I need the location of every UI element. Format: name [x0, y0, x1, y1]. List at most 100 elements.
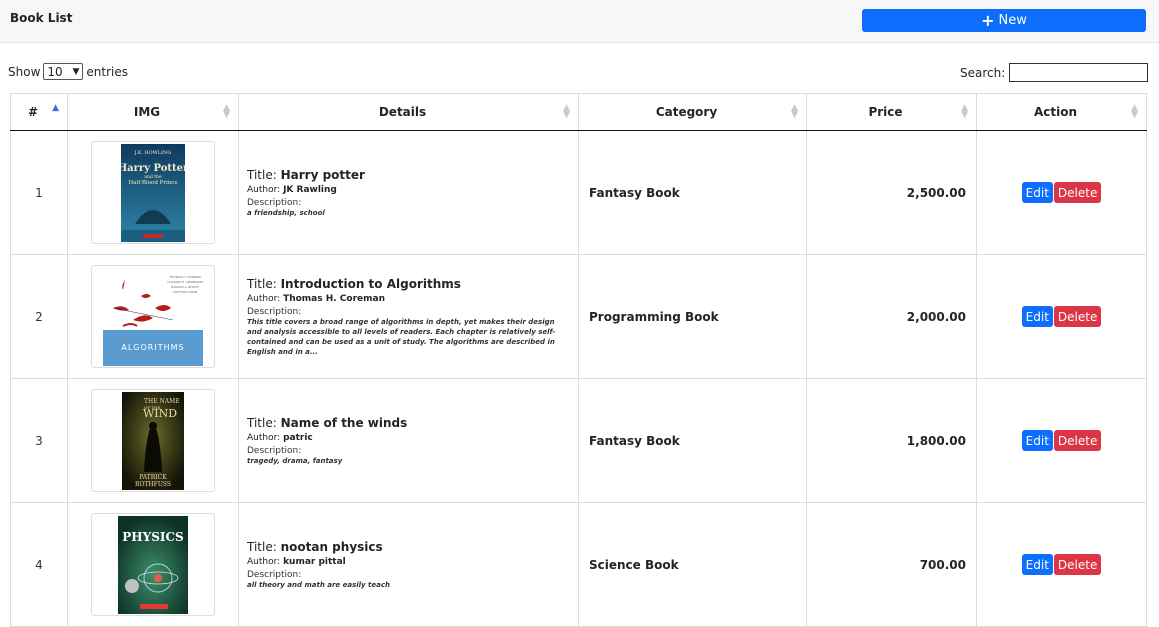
svg-text:THE NAME: THE NAME	[144, 398, 180, 405]
delete-button[interactable]: Delete	[1053, 554, 1102, 575]
book-category: Science Book	[578, 502, 807, 627]
row-number: 4	[10, 502, 68, 627]
table-row: 3 THE NAME OF THE WIND PATRICK ROTHFUSS	[10, 378, 1147, 503]
svg-text:PHYSICS: PHYSICS	[122, 530, 183, 544]
column-header-img[interactable]: IMG ▲ ▼	[67, 93, 239, 131]
svg-text:ROTHFUSS: ROTHFUSS	[135, 481, 171, 488]
svg-text:PATRICK: PATRICK	[139, 474, 167, 481]
row-number: 3	[10, 378, 68, 503]
search-label: Search:	[960, 65, 1006, 80]
harry-potter-cover: J.K. ROWLING Harry Potter and the Half-B…	[121, 143, 185, 242]
book-price: 1,800.00	[806, 378, 977, 503]
description-label: Description:	[247, 197, 302, 208]
new-book-button[interactable]: + New	[862, 9, 1146, 32]
description-label: Description:	[247, 569, 302, 580]
row-number: 2	[10, 254, 68, 379]
svg-text:CLIFFORD STEIN: CLIFFORD STEIN	[173, 290, 198, 294]
book-price: 2,500.00	[806, 130, 977, 255]
edit-button[interactable]: Edit	[1021, 430, 1053, 451]
edit-button[interactable]: Edit	[1021, 182, 1053, 203]
book-description: tragedy, drama, fantasy	[247, 456, 343, 465]
algorithms-cover: THOMAS H. CORMEN CHARLES E. LEISERSON RO…	[103, 267, 203, 366]
svg-text:ALGORITHMS: ALGORITHMS	[121, 343, 184, 352]
edit-button[interactable]: Edit	[1021, 554, 1053, 575]
entries-label: entries	[86, 64, 128, 79]
svg-text:THOMAS H. CORMEN: THOMAS H. CORMEN	[168, 275, 200, 279]
entries-length-control: Show 10 ▼ entries	[8, 63, 128, 80]
table-row: 2 THOMAS H. CORMEN CHARLES E. LEISERSON …	[10, 254, 1147, 379]
table-header-row: # ▲ IMG ▲ ▼ Details ▲ ▼ Category ▲ ▼ Price …	[10, 93, 1147, 131]
book-category: Fantasy Book	[578, 130, 807, 255]
book-author: JK Rawling	[283, 184, 337, 195]
book-title: Introduction to Algorithms	[280, 276, 461, 291]
table-row: 1 J.K. ROWLING Harry Potter and the Half…	[10, 130, 1147, 255]
book-author: kumar pittal	[283, 556, 346, 567]
svg-text:CHARLES E. LEISERSON: CHARLES E. LEISERSON	[167, 280, 203, 284]
entries-value: 10	[47, 64, 63, 79]
column-header-num[interactable]: # ▲	[10, 93, 68, 131]
row-number: 1	[10, 130, 68, 255]
details-cell: Title: Name of the winds Author: patric …	[238, 378, 579, 503]
search-input[interactable]	[1009, 63, 1149, 82]
delete-button[interactable]: Delete	[1053, 306, 1102, 327]
column-header-details[interactable]: Details ▲ ▼	[238, 93, 579, 131]
image-cell: J.K. ROWLING Harry Potter and the Half-B…	[67, 130, 239, 255]
description-label: Description:	[247, 306, 302, 317]
details-cell: Title: Harry potter Author: JK Rawling D…	[238, 130, 579, 255]
physics-cover: PHYSICS	[118, 515, 188, 614]
book-description: This title covers a broad range of algor…	[247, 317, 556, 356]
action-cell: Edit Delete	[976, 502, 1147, 627]
book-title: Name of the winds	[280, 415, 408, 430]
new-button-label: New	[998, 13, 1027, 28]
entries-select[interactable]: 10 ▼	[43, 63, 84, 80]
book-category: Fantasy Book	[578, 378, 807, 503]
book-price: 2,000.00	[806, 254, 977, 379]
svg-text:Harry Potter: Harry Potter	[121, 163, 185, 174]
book-title: nootan physics	[280, 539, 383, 554]
book-image: THOMAS H. CORMEN CHARLES E. LEISERSON RO…	[91, 265, 215, 368]
action-cell: Edit Delete	[976, 130, 1147, 255]
sort-icon: ▲ ▼	[223, 103, 230, 120]
column-header-action[interactable]: Action ▲ ▼	[976, 93, 1147, 131]
book-image: J.K. ROWLING Harry Potter and the Half-B…	[91, 141, 215, 244]
svg-text:Half-Blood Prince: Half-Blood Prince	[128, 180, 177, 186]
details-cell: Title: nootan physics Author: kumar pitt…	[238, 502, 579, 627]
action-cell: Edit Delete	[976, 254, 1147, 379]
svg-text:WIND: WIND	[143, 407, 177, 420]
plus-icon: +	[981, 10, 995, 30]
book-category: Programming Book	[578, 254, 807, 379]
book-image: PHYSICS	[91, 513, 215, 616]
show-label: Show	[8, 64, 41, 79]
table-row: 4 PHYSICS Title: nootan physics Author: …	[10, 502, 1147, 627]
name-of-the-wind-cover: THE NAME OF THE WIND PATRICK ROTHFUSS	[122, 391, 184, 490]
description-label: Description:	[247, 445, 302, 456]
search-control: Search:	[960, 63, 1149, 82]
delete-button[interactable]: Delete	[1053, 182, 1102, 203]
sort-icon: ▲ ▼	[791, 103, 798, 120]
book-author: Thomas H. Coreman	[283, 293, 386, 304]
chevron-down-icon: ▼	[72, 66, 80, 77]
svg-text:RONALD L. RIVEST: RONALD L. RIVEST	[171, 285, 199, 289]
image-cell: PHYSICS	[67, 502, 239, 627]
svg-text:J.K. ROWLING: J.K. ROWLING	[134, 150, 172, 156]
book-description: all theory and math are easily teach	[247, 580, 390, 589]
edit-button[interactable]: Edit	[1021, 306, 1053, 327]
column-header-category[interactable]: Category ▲ ▼	[578, 93, 807, 131]
delete-button[interactable]: Delete	[1053, 430, 1102, 451]
book-table: # ▲ IMG ▲ ▼ Details ▲ ▼ Category ▲ ▼ Price …	[10, 93, 1147, 627]
book-image: THE NAME OF THE WIND PATRICK ROTHFUSS	[91, 389, 215, 492]
header-bar: Book List + New	[0, 0, 1159, 43]
book-price: 700.00	[806, 502, 977, 627]
book-title: Harry potter	[280, 167, 365, 182]
image-cell: THE NAME OF THE WIND PATRICK ROTHFUSS	[67, 378, 239, 503]
column-header-price[interactable]: Price ▲ ▼	[806, 93, 977, 131]
sort-icon: ▲ ▼	[961, 103, 968, 120]
book-author: patric	[283, 432, 313, 443]
book-description: a friendship, school	[247, 208, 325, 217]
details-cell: Title: Introduction to Algorithms Author…	[238, 254, 579, 379]
action-cell: Edit Delete	[976, 378, 1147, 503]
page-title: Book List	[10, 11, 73, 25]
sort-icon: ▲ ▼	[1131, 103, 1138, 120]
sort-icon: ▲	[52, 103, 59, 113]
image-cell: THOMAS H. CORMEN CHARLES E. LEISERSON RO…	[67, 254, 239, 379]
